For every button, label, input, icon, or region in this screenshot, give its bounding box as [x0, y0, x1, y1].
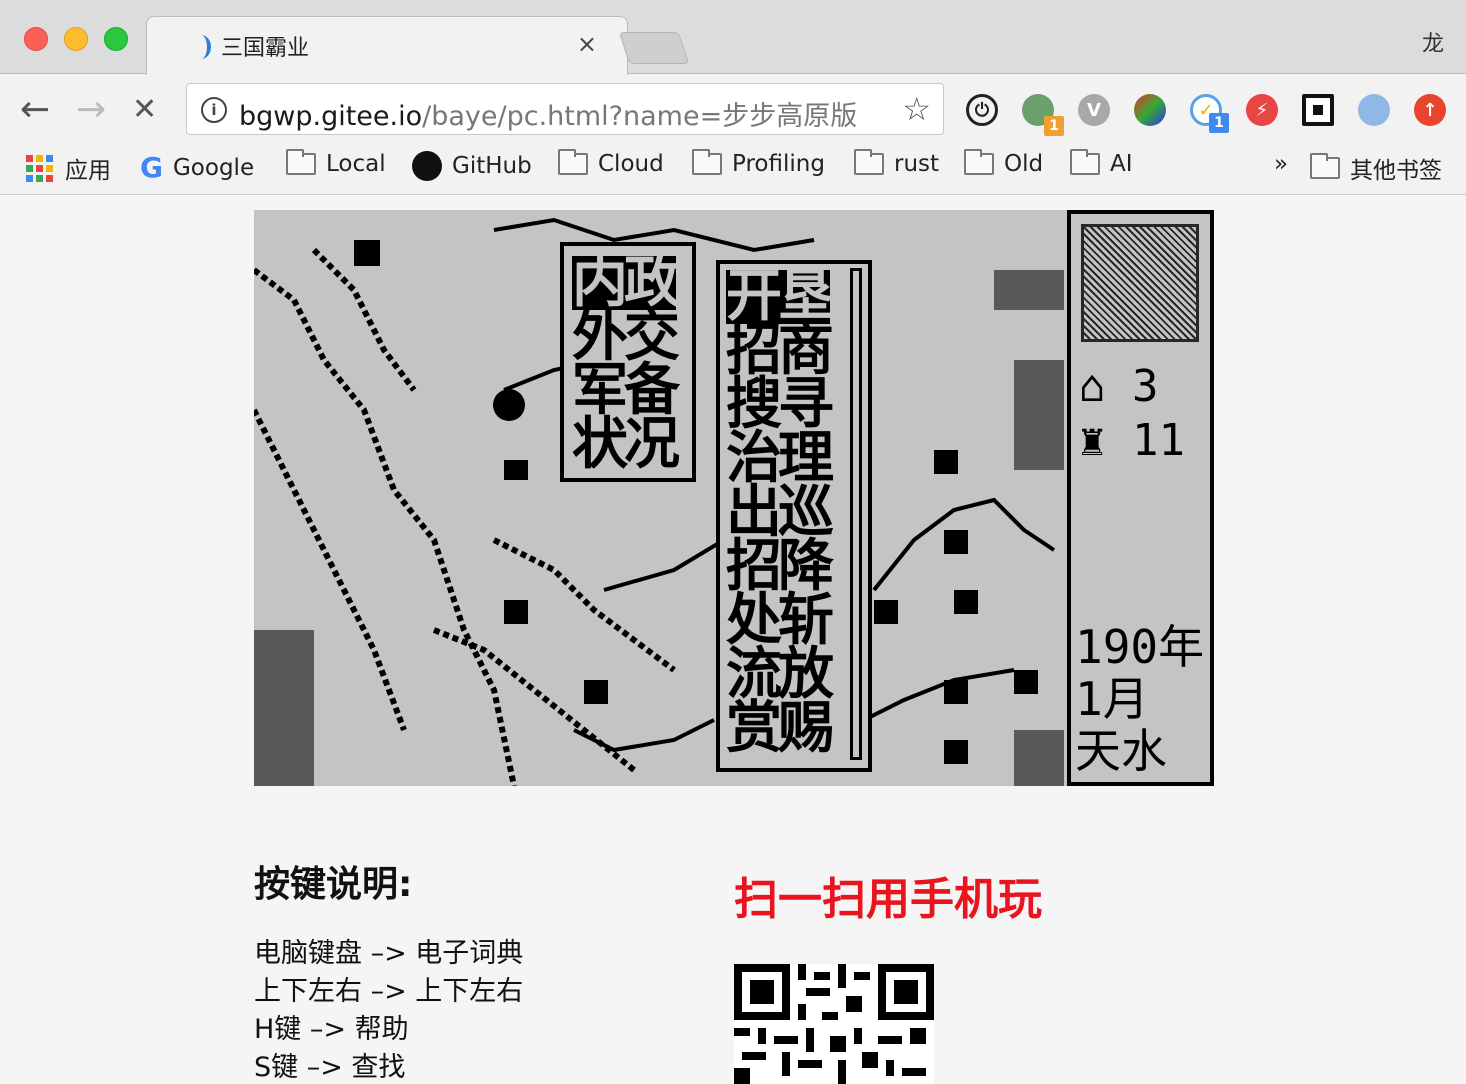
bookmark-ai[interactable]: AI [1070, 149, 1133, 177]
extension-colorful-icon[interactable] [1134, 94, 1166, 126]
key-help-title: 按键说明: [254, 864, 413, 905]
bookmark-google[interactable]: G Google [140, 151, 254, 184]
submenu-item[interactable]: 出巡 [726, 485, 834, 541]
bookmark-label: Cloud [598, 151, 664, 177]
folder-icon [558, 149, 588, 175]
game-year: 190年 [1075, 620, 1205, 674]
submenu-item[interactable]: 处斩 [726, 593, 834, 649]
tab-title: 三国霸业 [221, 36, 310, 61]
bookmark-label: AI [1110, 151, 1133, 177]
menu-item-domestic[interactable]: 内政 [572, 255, 680, 311]
tab-close-icon[interactable]: × [577, 30, 597, 58]
menu-item-diplomacy[interactable]: 外交 [572, 309, 680, 365]
folder-icon [854, 149, 884, 175]
key-help-line: 电脑键盘 –> 电子词典 [254, 938, 524, 969]
url-text[interactable]: bgwp.gitee.io/baye/pc.html?name=步步高原版 [239, 94, 857, 133]
key-help-line: S键 –> 查找 [254, 1052, 406, 1083]
folder-icon [692, 149, 722, 175]
extension-up-arrow-icon[interactable]: ↑ [1414, 94, 1446, 126]
bookmark-other[interactable]: 其他书签 [1310, 151, 1442, 185]
key-help-line: 上下左右 –> 上下左右 [254, 976, 524, 1007]
extension-badge: 1 [1209, 113, 1229, 133]
power-extension-icon[interactable]: ⏻ [966, 94, 998, 126]
extension-plug-icon[interactable]: ⚡ [1246, 94, 1278, 126]
forward-button[interactable]: → [76, 90, 106, 130]
bookmark-local[interactable]: Local [286, 149, 386, 177]
game-screen[interactable]: 内政 外交 军备 状况 开垦 招商 搜寻 治理 出巡 招降 处斩 流放 赏赐 ⌂… [254, 210, 1214, 786]
bookmark-rust[interactable]: rust [854, 149, 940, 177]
submenu-item[interactable]: 搜寻 [726, 377, 834, 433]
extension-check-icon[interactable]: ✓ 1 [1190, 94, 1229, 133]
bookmark-apps[interactable]: 应用 [26, 151, 111, 185]
menu-item-status[interactable]: 状况 [572, 417, 680, 473]
google-icon: G [140, 151, 163, 184]
loading-spinner-icon [191, 35, 211, 59]
bookmarks-overflow-button[interactable]: » [1274, 151, 1288, 177]
extension-badge: 1 [1044, 116, 1064, 136]
bookmark-label: Old [1004, 151, 1044, 177]
submenu-item[interactable]: 赏赐 [726, 701, 834, 757]
profile-name[interactable]: 龙 [1422, 26, 1444, 58]
general-count: ♜ 11 [1079, 415, 1185, 466]
key-help-line: H键 –> 帮助 [254, 1014, 409, 1045]
bookmark-label: Local [326, 151, 386, 177]
extension-green-icon[interactable]: 1 [1022, 94, 1064, 136]
submenu-item[interactable]: 开垦 [726, 269, 834, 325]
folder-icon [964, 149, 994, 175]
bookmark-label: Google [172, 154, 255, 181]
current-city: 天水 [1075, 724, 1167, 778]
menu-item-military[interactable]: 军备 [572, 363, 680, 419]
bookmark-github[interactable]: GitHub [412, 151, 532, 181]
bookmark-label: GitHub [452, 153, 532, 179]
bookmarks-bar: 应用 G Google Local GitHub Cloud Profiling … [0, 145, 1466, 193]
bookmark-label: 其他书签 [1350, 158, 1442, 184]
submenu-item[interactable]: 治理 [726, 431, 834, 487]
extension-qr-icon[interactable] [1302, 94, 1334, 126]
page-content: 内政 外交 军备 状况 开垦 招商 搜寻 治理 出巡 招降 处斩 流放 赏赐 ⌂… [0, 195, 1466, 1084]
bookmark-label: 应用 [65, 158, 111, 184]
close-window-button[interactable] [24, 27, 48, 51]
bookmark-star-icon[interactable]: ☆ [902, 90, 931, 128]
folder-icon [1070, 149, 1100, 175]
bookmark-profiling[interactable]: Profiling [692, 149, 825, 177]
url-host: bgwp.gitee.io [239, 101, 423, 132]
url-path: /baye/pc.html?name=步步高原版 [422, 101, 858, 132]
github-icon [412, 151, 442, 181]
extension-tool-icon[interactable] [1358, 94, 1390, 126]
address-bar[interactable]: i bgwp.gitee.io/baye/pc.html?name=步步高原版 … [186, 83, 944, 135]
apps-grid-icon [26, 154, 53, 182]
city-count: ⌂ 3 [1079, 361, 1159, 412]
tab-strip: 三国霸业 × 龙 [0, 0, 1466, 75]
main-command-menu[interactable]: 内政 外交 军备 状况 [560, 242, 696, 482]
folder-icon [286, 149, 316, 175]
scan-title: 扫一扫用手机玩 [734, 874, 1042, 925]
zoom-window-button[interactable] [104, 27, 128, 51]
folder-icon [1310, 153, 1340, 179]
bookmark-label: rust [894, 151, 940, 177]
bookmark-label: Profiling [732, 151, 825, 177]
back-button[interactable]: ← [20, 90, 50, 130]
extension-v-icon[interactable]: V [1078, 94, 1110, 126]
tab-active[interactable]: 三国霸业 × [146, 16, 628, 75]
domestic-submenu[interactable]: 开垦 招商 搜寻 治理 出巡 招降 处斩 流放 赏赐 [716, 260, 872, 772]
game-month: 1月 [1075, 672, 1149, 726]
ruler-portrait [1081, 224, 1199, 342]
bookmark-old[interactable]: Old [964, 149, 1044, 177]
submenu-item[interactable]: 招降 [726, 539, 834, 595]
minimize-window-button[interactable] [64, 27, 88, 51]
general-count-value: 11 [1131, 415, 1185, 466]
city-count-value: 3 [1131, 361, 1159, 412]
info-icon[interactable]: i [201, 97, 227, 123]
stop-button[interactable]: ✕ [132, 90, 157, 130]
qr-code [734, 964, 934, 1084]
submenu-scrollbar[interactable] [850, 268, 862, 760]
toolbar: ← → ✕ i bgwp.gitee.io/baye/pc.html?name=… [0, 75, 1466, 145]
status-panel: ⌂ 3 ♜ 11 190年 1月 天水 [1067, 210, 1214, 786]
new-tab-button[interactable] [618, 32, 690, 64]
bookmark-cloud[interactable]: Cloud [558, 149, 664, 177]
browser-chrome: 三国霸业 × 龙 ← → ✕ i bgwp.gitee.io/baye/pc.h… [0, 0, 1466, 195]
submenu-item[interactable]: 流放 [726, 647, 834, 703]
submenu-item[interactable]: 招商 [726, 323, 834, 379]
